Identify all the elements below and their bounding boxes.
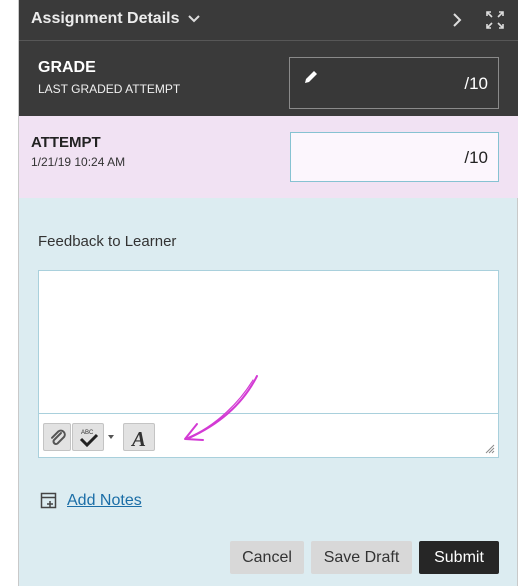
add-notes: Add Notes [40, 491, 142, 511]
grade-value: /10 [464, 74, 488, 93]
feedback-textarea[interactable] [39, 271, 498, 413]
spellcheck-icon: ABC [79, 430, 99, 448]
attempt-grade-input[interactable]: /10 [290, 132, 499, 182]
attempt-label: ATTEMPT [31, 134, 101, 151]
grade-input[interactable]: /10 [289, 57, 499, 109]
feedback-label: Feedback to Learner [38, 233, 177, 250]
grade-label: GRADE [38, 59, 96, 76]
save-draft-button[interactable]: Save Draft [311, 541, 412, 574]
assignment-details-panel: Assignment Details GRADE LAST GRADED ATT… [18, 0, 518, 586]
spellcheck-dropdown[interactable] [104, 423, 118, 451]
attempt-section: ATTEMPT 1/21/19 10:24 AM /10 [19, 116, 518, 198]
note-add-icon [40, 492, 57, 509]
attach-file-button[interactable] [43, 423, 71, 451]
expand-icon[interactable] [485, 10, 505, 30]
panel-title[interactable]: Assignment Details [31, 10, 179, 28]
resize-grip-icon[interactable] [483, 442, 495, 454]
svg-text:A: A [130, 427, 146, 450]
grade-sublabel: LAST GRADED ATTEMPT [38, 82, 181, 96]
attempt-grade-value: /10 [464, 148, 488, 167]
cancel-button[interactable]: Cancel [230, 541, 304, 574]
editor-toolbar: ABC A [39, 413, 498, 457]
add-notes-link[interactable]: Add Notes [67, 492, 142, 510]
feedback-editor: ABC A [38, 270, 499, 458]
pencil-icon [305, 71, 317, 83]
panel-header: Assignment Details [19, 0, 518, 40]
svg-text:ABC: ABC [81, 430, 94, 436]
grade-section: GRADE LAST GRADED ATTEMPT /10 [19, 40, 518, 116]
attempt-timestamp: 1/21/19 10:24 AM [31, 155, 126, 169]
chevron-down-icon[interactable] [187, 12, 201, 26]
chevron-right-icon[interactable] [449, 11, 465, 29]
text-format-button[interactable]: A [123, 423, 155, 451]
caret-down-icon [108, 435, 114, 439]
paperclip-icon [51, 429, 66, 445]
submit-button[interactable]: Submit [419, 541, 499, 574]
format-text-icon: A [130, 427, 146, 450]
spellcheck-button[interactable]: ABC [72, 423, 104, 451]
